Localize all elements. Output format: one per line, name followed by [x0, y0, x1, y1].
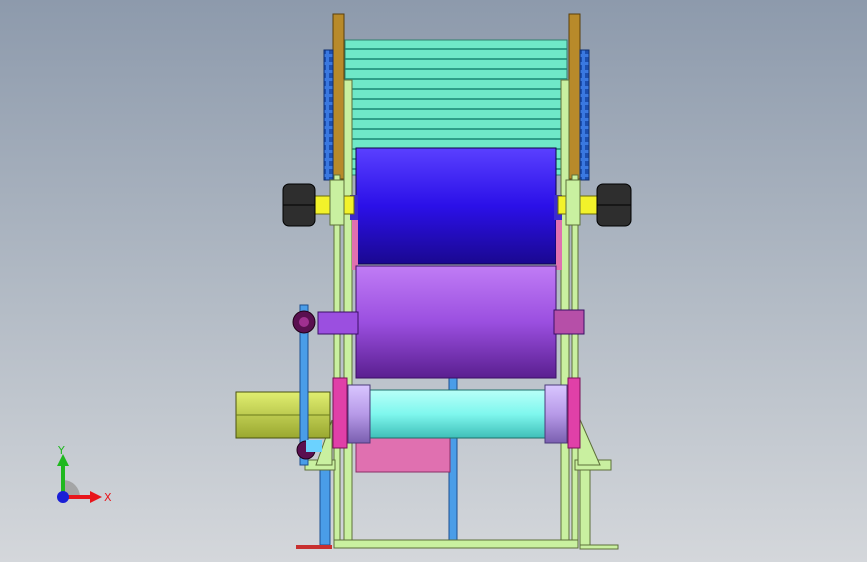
roller-top: [350, 147, 562, 265]
knob-right-icon[interactable]: [596, 183, 632, 227]
drive-motor: [235, 391, 331, 439]
roller-middle: [317, 265, 585, 379]
z-axis-dot-icon: [57, 491, 69, 503]
x-axis-head-icon: [90, 491, 102, 503]
knob-left-icon[interactable]: [282, 183, 316, 227]
orientation-triad: Y X: [57, 444, 112, 504]
cad-viewport[interactable]: [0, 0, 867, 562]
y-axis-label: Y: [57, 444, 65, 457]
x-axis-label: X: [104, 491, 112, 504]
